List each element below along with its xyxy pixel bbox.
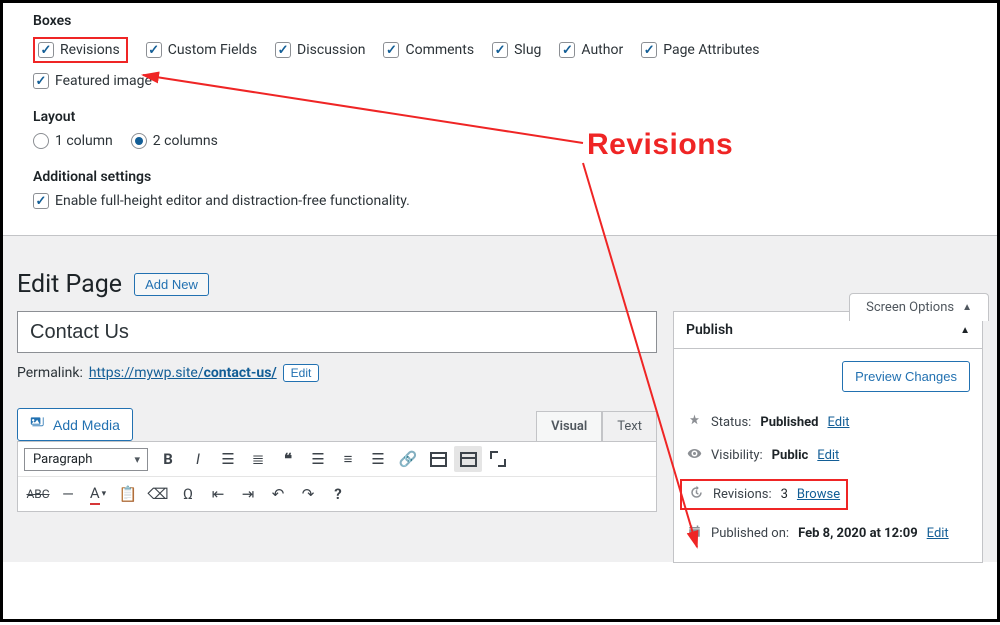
undo-button[interactable]: ↶ bbox=[264, 481, 292, 507]
checkbox-icon bbox=[492, 42, 508, 58]
format-select[interactable]: Paragraph bbox=[24, 448, 148, 471]
permalink-label: Permalink: bbox=[17, 365, 83, 381]
radio-2-columns[interactable]: 2 columns bbox=[131, 133, 218, 149]
toolbar-toggle-button[interactable] bbox=[454, 446, 482, 472]
title-input[interactable] bbox=[17, 311, 657, 353]
outdent-button[interactable]: ⇤ bbox=[204, 481, 232, 507]
collapse-icon: ▲ bbox=[960, 325, 970, 336]
link-button[interactable]: 🔗 bbox=[394, 446, 422, 472]
add-new-button[interactable]: Add New bbox=[134, 273, 209, 296]
help-button[interactable]: ? bbox=[324, 481, 352, 507]
visibility-row: Visibility: Public Edit bbox=[686, 439, 970, 472]
permalink-link[interactable]: https://mywp.site/contact-us/ bbox=[89, 365, 277, 381]
checkbox-full-height-editor[interactable]: Enable full-height editor and distractio… bbox=[33, 193, 410, 209]
editor-toolbar: Paragraph B I ☰ ≣ ❝ ☰ ≡ ☰ 🔗 bbox=[17, 441, 657, 512]
checkbox-icon bbox=[383, 42, 399, 58]
checkbox-author[interactable]: Author bbox=[559, 42, 623, 58]
checkbox-icon bbox=[275, 42, 291, 58]
redo-button[interactable]: ↷ bbox=[294, 481, 322, 507]
align-center-button[interactable]: ≡ bbox=[334, 446, 362, 472]
radio-icon bbox=[131, 133, 147, 149]
boxes-heading: Boxes bbox=[33, 3, 977, 37]
clear-formatting-button[interactable]: ⌫ bbox=[144, 481, 172, 507]
checkbox-icon bbox=[33, 73, 49, 89]
checkbox-featured-image[interactable]: Featured image bbox=[33, 73, 152, 89]
bullet-list-button[interactable]: ☰ bbox=[214, 446, 242, 472]
preview-changes-button[interactable]: Preview Changes bbox=[842, 361, 970, 392]
add-media-button[interactable]: Add Media bbox=[17, 408, 133, 441]
tab-text[interactable]: Text bbox=[602, 411, 657, 441]
pin-icon bbox=[686, 413, 702, 432]
layout-heading: Layout bbox=[33, 99, 977, 133]
edit-status-link[interactable]: Edit bbox=[827, 415, 849, 430]
history-icon bbox=[688, 485, 704, 504]
page-title: Edit Page bbox=[17, 270, 122, 299]
calendar-icon bbox=[686, 524, 702, 543]
checkbox-slug[interactable]: Slug bbox=[492, 42, 541, 58]
editor-body: Edit Page Add New Permalink: https://myw… bbox=[3, 236, 997, 562]
strikethrough-button[interactable]: ABC bbox=[24, 481, 52, 507]
edit-visibility-link[interactable]: Edit bbox=[817, 448, 839, 463]
italic-button[interactable]: I bbox=[184, 446, 212, 472]
published-row: Published on: Feb 8, 2020 at 12:09 Edit bbox=[686, 517, 970, 550]
checkbox-revisions[interactable]: Revisions bbox=[38, 42, 120, 58]
checkbox-icon bbox=[33, 193, 49, 209]
checkbox-icon bbox=[559, 42, 575, 58]
media-icon bbox=[30, 415, 46, 434]
checkbox-page-attributes[interactable]: Page Attributes bbox=[641, 42, 759, 58]
checkbox-icon bbox=[146, 42, 162, 58]
revisions-highlight: Revisions: 3 Browse bbox=[680, 479, 848, 510]
numbered-list-button[interactable]: ≣ bbox=[244, 446, 272, 472]
special-char-button[interactable]: Ω bbox=[174, 481, 202, 507]
checkbox-icon bbox=[641, 42, 657, 58]
radio-icon bbox=[33, 133, 49, 149]
text-color-button[interactable]: A▾ bbox=[84, 481, 112, 507]
status-row: Status: Published Edit bbox=[686, 406, 970, 439]
browse-revisions-link[interactable]: Browse bbox=[797, 487, 840, 502]
screen-options-panel: Boxes Revisions Custom Fields Discussion… bbox=[3, 3, 997, 236]
insert-more-button[interactable] bbox=[424, 446, 452, 472]
bold-button[interactable]: B bbox=[154, 446, 182, 472]
indent-button[interactable]: ⇥ bbox=[234, 481, 262, 507]
paste-text-button[interactable]: 📋 bbox=[114, 481, 142, 507]
chevron-up-icon: ▲ bbox=[962, 302, 972, 313]
eye-icon bbox=[686, 446, 702, 465]
permalink-edit-button[interactable]: Edit bbox=[283, 364, 320, 382]
align-right-button[interactable]: ☰ bbox=[364, 446, 392, 472]
checkbox-discussion[interactable]: Discussion bbox=[275, 42, 365, 58]
edit-date-link[interactable]: Edit bbox=[927, 526, 949, 541]
checkbox-comments[interactable]: Comments bbox=[383, 42, 474, 58]
permalink-row: Permalink: https://mywp.site/contact-us/… bbox=[17, 364, 657, 382]
screen-options-tab[interactable]: Screen Options ▲ bbox=[849, 293, 989, 321]
revisions-highlight: Revisions bbox=[33, 37, 128, 63]
align-left-button[interactable]: ☰ bbox=[304, 446, 332, 472]
checkbox-custom-fields[interactable]: Custom Fields bbox=[146, 42, 257, 58]
additional-heading: Additional settings bbox=[33, 159, 977, 193]
hr-button[interactable]: — bbox=[54, 481, 82, 507]
blockquote-button[interactable]: ❝ bbox=[274, 446, 302, 472]
publish-panel: Publish ▲ Preview Changes Status: Publis… bbox=[673, 311, 983, 563]
radio-1-column[interactable]: 1 column bbox=[33, 133, 113, 149]
fullscreen-button[interactable] bbox=[484, 446, 512, 472]
annotation-label: Revisions bbox=[587, 128, 733, 162]
revisions-row: Revisions: 3 Browse bbox=[686, 472, 970, 517]
checkbox-icon bbox=[38, 42, 54, 58]
tab-visual[interactable]: Visual bbox=[536, 411, 602, 441]
